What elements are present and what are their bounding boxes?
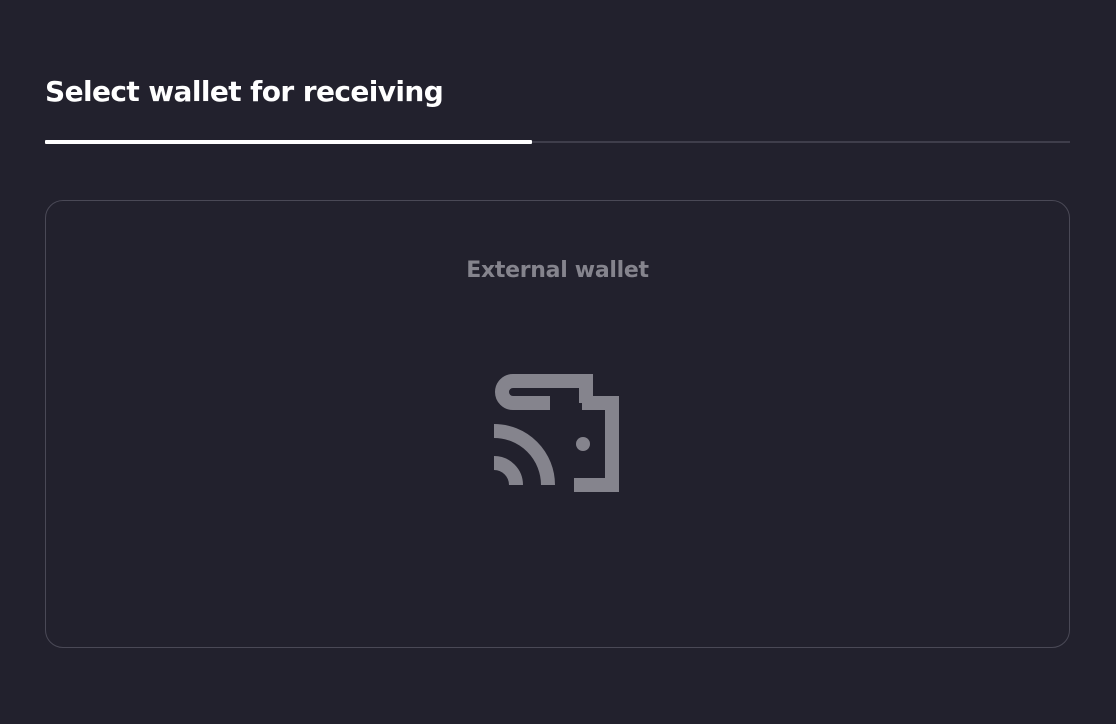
external-wallet-label: External wallet <box>466 258 649 283</box>
page-title: Select wallet for receiving <box>45 75 444 108</box>
step-progress-bar <box>45 140 1070 144</box>
step-progress-fill <box>45 140 532 144</box>
external-wallet-option[interactable]: External wallet <box>45 200 1070 648</box>
external-wallet-icon <box>494 374 619 492</box>
